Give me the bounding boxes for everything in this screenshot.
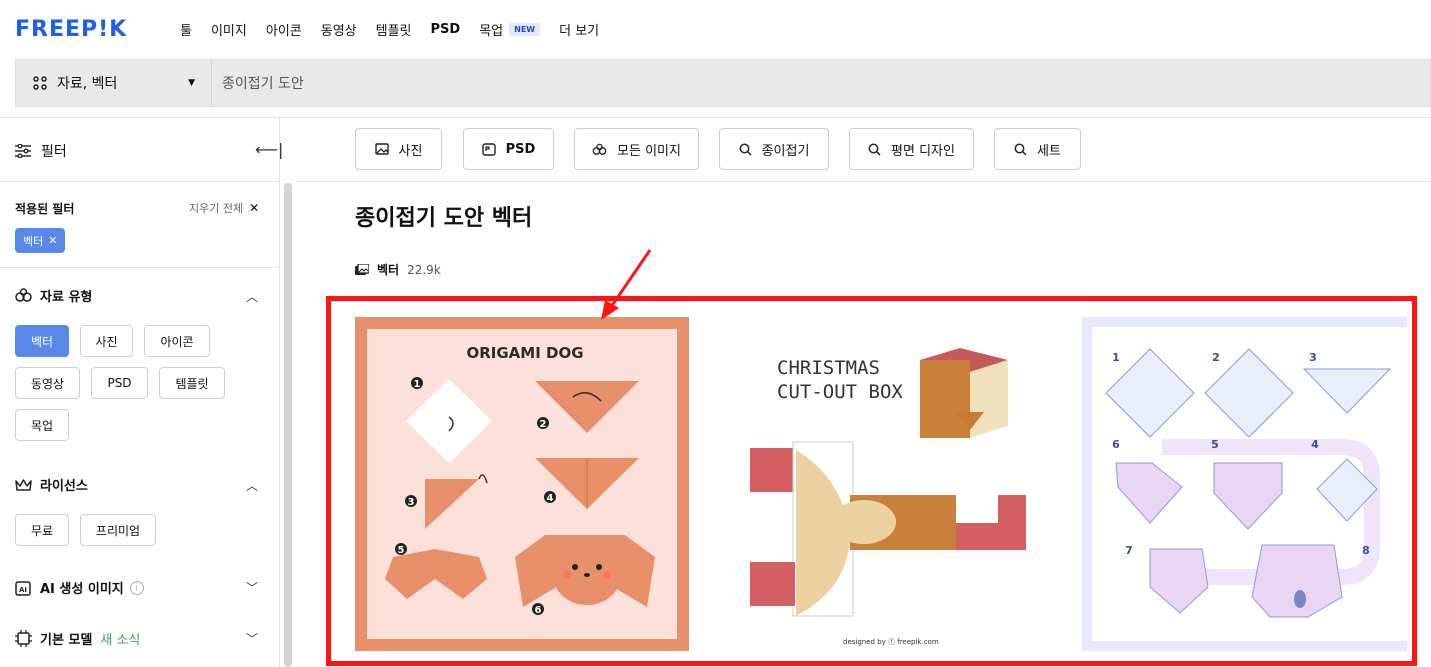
base-model-section-title[interactable]: 기본 모델 새 소식 — [15, 629, 140, 648]
license-free[interactable]: 무료 — [15, 514, 69, 546]
nav-item-icons[interactable]: 아이콘 — [266, 20, 302, 39]
ai-image-icon: AI — [15, 580, 31, 596]
crown-icon — [15, 478, 32, 491]
search-type-label: 자료, 벡터 — [57, 76, 118, 92]
nav-item-psd[interactable]: PSD — [431, 20, 461, 39]
result-type-label: 벡터 — [377, 263, 400, 277]
svg-text:FREEP!K: FREEP!K — [15, 17, 127, 39]
clear-all-button[interactable]: 지우기 전체 ✕ — [189, 200, 259, 216]
result-count-row: 벡터 22.9k — [355, 261, 441, 278]
chevron-up-icon[interactable]: ︿ — [246, 477, 258, 494]
remove-chip-icon: ✕ — [48, 234, 58, 247]
chevron-down-icon[interactable]: ﹀ — [246, 630, 258, 647]
applied-filter-chip[interactable]: 벡터 ✕ — [15, 228, 66, 253]
sidebar-scrollbar[interactable] — [284, 183, 292, 667]
asset-type-icon — [15, 288, 32, 302]
content-divider — [296, 181, 1431, 182]
nav-item-images[interactable]: 이미지 — [211, 20, 247, 39]
info-icon[interactable]: i — [129, 580, 144, 595]
related-psd-button[interactable]: PSD — [463, 128, 554, 170]
license-premium[interactable]: 프리미엄 — [80, 514, 156, 546]
search-type-dropdown[interactable]: 자료, 벡터 ▼ — [16, 60, 212, 106]
applied-filters-title: 적용된 필터 — [15, 202, 75, 216]
filter-label: 필터 — [41, 144, 67, 160]
image-icon — [374, 143, 389, 155]
result-count: 22.9k — [407, 262, 441, 277]
chevron-down-icon[interactable]: ﹀ — [246, 579, 258, 596]
new-label: 새 소식 — [100, 633, 141, 648]
psd-icon — [481, 142, 496, 156]
nav-item-more[interactable]: 더 보기 — [559, 20, 599, 39]
search-icon — [868, 143, 881, 156]
nav-item-videos[interactable]: 동영상 — [321, 20, 357, 39]
nav-item-mockups[interactable]: 목업 NEW — [479, 20, 541, 39]
sidebar-divider — [0, 267, 280, 268]
svg-text:AI: AI — [19, 586, 27, 594]
search-icon — [739, 143, 752, 156]
chip-icon — [15, 630, 32, 647]
asset-type-vector[interactable]: 벡터 — [15, 325, 69, 357]
highlight-box — [326, 296, 1417, 666]
sidebar-divider — [0, 181, 280, 182]
related-origami-button[interactable]: 종이접기 — [719, 128, 829, 170]
search-bar: 자료, 벡터 ▼ — [15, 59, 1431, 107]
filter-header: 필터 — [15, 141, 67, 161]
related-photo-button[interactable]: 사진 — [355, 128, 442, 170]
asset-type-template[interactable]: 템플릿 — [159, 367, 225, 399]
new-badge: NEW — [509, 23, 541, 36]
nav-item-tools[interactable]: 툴 — [180, 20, 192, 39]
asset-type-psd[interactable]: PSD — [91, 367, 148, 399]
all-images-icon — [592, 143, 607, 156]
related-all-images-button[interactable]: 모든 이미지 — [574, 128, 699, 170]
page-title: 종이접기 도안 벡터 — [355, 206, 533, 231]
related-flat-design-button[interactable]: 평면 디자인 — [849, 128, 974, 170]
caret-down-icon: ▼ — [188, 78, 195, 88]
close-icon: ✕ — [249, 201, 260, 215]
asset-type-mockup[interactable]: 목업 — [15, 409, 69, 441]
asset-type-icon — [33, 76, 47, 90]
related-set-button[interactable]: 세트 — [994, 128, 1081, 170]
asset-type-section-title[interactable]: 자료 유형 — [15, 286, 92, 305]
ai-images-section-title[interactable]: AI AI 생성 이미지 i — [15, 578, 144, 597]
nav-menu: 툴 이미지 아이콘 동영상 템플릿 PSD 목업 NEW 더 보기 — [180, 20, 618, 39]
collapse-sidebar-icon[interactable]: ⟵| — [255, 140, 283, 159]
license-section-title[interactable]: 라이선스 — [15, 475, 88, 494]
search-input[interactable] — [222, 75, 1122, 91]
vector-images-icon — [355, 263, 369, 275]
sliders-icon — [15, 144, 31, 158]
asset-type-video[interactable]: 동영상 — [15, 367, 80, 399]
asset-type-icon-option[interactable]: 아이콘 — [144, 325, 210, 357]
annotation-arrow-icon — [601, 249, 652, 320]
top-nav: FREEP!K 툴 이미지 아이콘 동영상 템플릿 PSD 목업 NEW 더 보기 — [0, 0, 1431, 58]
search-icon — [1014, 143, 1027, 156]
asset-type-photo[interactable]: 사진 — [80, 325, 133, 357]
chevron-up-icon[interactable]: ︿ — [246, 288, 258, 305]
freepik-logo[interactable]: FREEP!K — [15, 17, 155, 39]
nav-item-templates[interactable]: 템플릿 — [376, 20, 412, 39]
